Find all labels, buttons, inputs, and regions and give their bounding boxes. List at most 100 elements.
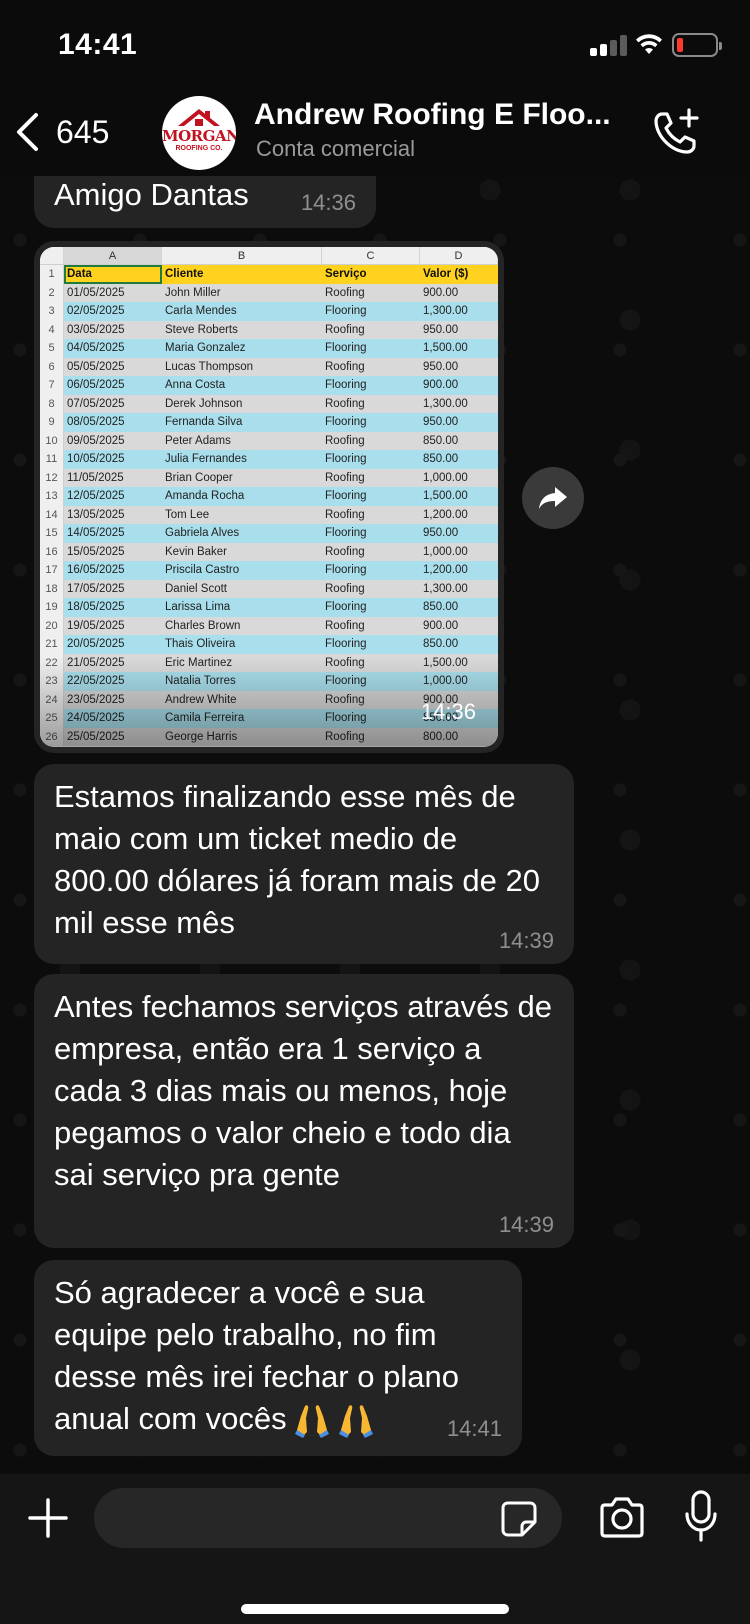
row-number: 3	[40, 302, 64, 321]
table-cell: Flooring	[322, 487, 420, 506]
message-bubble[interactable]: Estamos finalizando esse mês de maio com…	[34, 764, 574, 964]
forward-arrow-icon	[539, 487, 567, 509]
roof-logo-icon	[178, 109, 220, 126]
table-cell: 1,500.00	[420, 653, 498, 672]
microphone-icon[interactable]	[684, 1490, 718, 1542]
table-cell: Carla Mendes	[162, 302, 322, 321]
image-time: 14:36	[420, 699, 476, 724]
table-cell: Charles Brown	[162, 616, 322, 635]
table-cell: Lucas Thompson	[162, 357, 322, 376]
table-cell: 850.00	[420, 431, 498, 450]
table-cell: Peter Adams	[162, 431, 322, 450]
message-time: 14:36	[300, 190, 356, 215]
plus-icon[interactable]	[26, 1496, 70, 1540]
row-number: 13	[40, 487, 64, 506]
avatar[interactable]: MORGAN ROOFING CO.	[162, 96, 236, 170]
sheet-header-cell: Data	[64, 265, 162, 284]
table-cell: Priscila Castro	[162, 561, 322, 580]
table-cell: 1,000.00	[420, 468, 498, 487]
table-row: 4 03/05/2025 Steve Roberts Roofing 950.00	[40, 320, 498, 339]
table-cell: John Miller	[162, 283, 322, 302]
table-cell: 900.00	[420, 376, 498, 395]
table-cell: 01/05/2025	[64, 283, 162, 302]
table-cell: 14/05/2025	[64, 524, 162, 543]
table-cell: Camila Ferreira	[162, 709, 322, 728]
message-bubble[interactable]: Só agradecer a você e sua equipe pelo tr…	[34, 1260, 522, 1456]
column-letter: B	[162, 247, 322, 264]
table-cell: 07/05/2025	[64, 394, 162, 413]
table-cell: Flooring	[322, 376, 420, 395]
sheet-body: 1 Data Cliente Serviço Valor ($) 2 01/05/2025 J…	[40, 265, 498, 746]
column-letter: C	[322, 247, 420, 264]
table-cell: 20/05/2025	[64, 635, 162, 654]
row-number: 4	[40, 320, 64, 339]
folded-hands-emoji	[294, 1405, 329, 1438]
table-cell: 10/05/2025	[64, 450, 162, 469]
phone-plus-icon[interactable]	[648, 104, 704, 160]
table-row: 8 07/05/2025 Derek Johnson Roofing 1,300.00	[40, 394, 498, 413]
back-button[interactable]: 645	[14, 104, 109, 160]
contact-name[interactable]: Andrew Roofing E Floo...	[254, 98, 611, 132]
image-message[interactable]: A B C D 1 Data Cliente Serviço Valor ($) 2 01/…	[34, 241, 504, 753]
row-number: 23	[40, 672, 64, 691]
avatar-brand: MORGAN	[162, 127, 236, 145]
table-cell: Natalia Torres	[162, 672, 322, 691]
row-number: 19	[40, 598, 64, 617]
table-cell: Flooring	[322, 598, 420, 617]
cellular-signal-icon	[590, 34, 628, 56]
table-row: 21 20/05/2025 Thais Oliveira Flooring 850.00	[40, 635, 498, 654]
row-number: 15	[40, 524, 64, 543]
row-number: 25	[40, 709, 64, 728]
status-time: 14:41	[58, 28, 138, 61]
table-cell: Gabriela Alves	[162, 524, 322, 543]
table-cell: Roofing	[322, 357, 420, 376]
table-row: 7 06/05/2025 Anna Costa Flooring 900.00	[40, 376, 498, 395]
table-cell: 19/05/2025	[64, 616, 162, 635]
table-cell: Maria Gonzalez	[162, 339, 322, 358]
table-cell: George Harris	[162, 727, 322, 746]
table-cell: Flooring	[322, 635, 420, 654]
message-bubble[interactable]: Amigo Dantas 14:36	[34, 168, 376, 228]
table-cell: Flooring	[322, 561, 420, 580]
message-input[interactable]	[94, 1488, 562, 1548]
sheet-header-cell: Serviço	[322, 265, 420, 284]
table-cell: 1,300.00	[420, 394, 498, 413]
table-cell: Flooring	[322, 413, 420, 432]
sticker-icon[interactable]	[500, 1500, 538, 1538]
table-cell: 21/05/2025	[64, 653, 162, 672]
row-number: 18	[40, 579, 64, 598]
table-cell: Roofing	[322, 727, 420, 746]
table-cell: 950.00	[420, 413, 498, 432]
row-number: 24	[40, 690, 64, 709]
table-cell: Flooring	[322, 339, 420, 358]
column-letter: A	[64, 247, 162, 264]
table-cell: Kevin Baker	[162, 542, 322, 561]
table-cell: Roofing	[322, 431, 420, 450]
table-cell: Roofing	[322, 579, 420, 598]
sheet-column-header: A B C D	[40, 247, 498, 265]
table-cell: Flooring	[322, 450, 420, 469]
table-cell: 850.00	[420, 598, 498, 617]
row-number: 20	[40, 616, 64, 635]
forward-button[interactable]	[522, 467, 584, 529]
table-row: 23 22/05/2025 Natalia Torres Flooring 1,000.…	[40, 672, 498, 691]
table-cell: Roofing	[322, 690, 420, 709]
message-bubble[interactable]: Antes fechamos serviços através de empre…	[34, 974, 574, 1248]
table-cell: Anna Costa	[162, 376, 322, 395]
table-row: 6 05/05/2025 Lucas Thompson Roofing 950.00	[40, 357, 498, 376]
table-cell: 17/05/2025	[64, 579, 162, 598]
table-row: 13 12/05/2025 Amanda Rocha Flooring 1,500.00	[40, 487, 498, 506]
table-row: 12 11/05/2025 Brian Cooper Roofing 1,000.00	[40, 468, 498, 487]
table-cell: 24/05/2025	[64, 709, 162, 728]
table-cell: Flooring	[322, 524, 420, 543]
composer-bar	[0, 1474, 750, 1624]
table-row: 19 18/05/2025 Larissa Lima Flooring 850.00	[40, 598, 498, 617]
sheet-header-cell: Valor ($)	[420, 265, 498, 284]
table-cell: 900.00	[420, 283, 498, 302]
camera-icon[interactable]	[598, 1496, 646, 1540]
message-time: 14:39	[498, 1212, 554, 1237]
table-cell: Roofing	[322, 616, 420, 635]
message-text: Amigo Dantas	[54, 177, 249, 212]
row-number: 11	[40, 450, 64, 469]
table-cell: 06/05/2025	[64, 376, 162, 395]
